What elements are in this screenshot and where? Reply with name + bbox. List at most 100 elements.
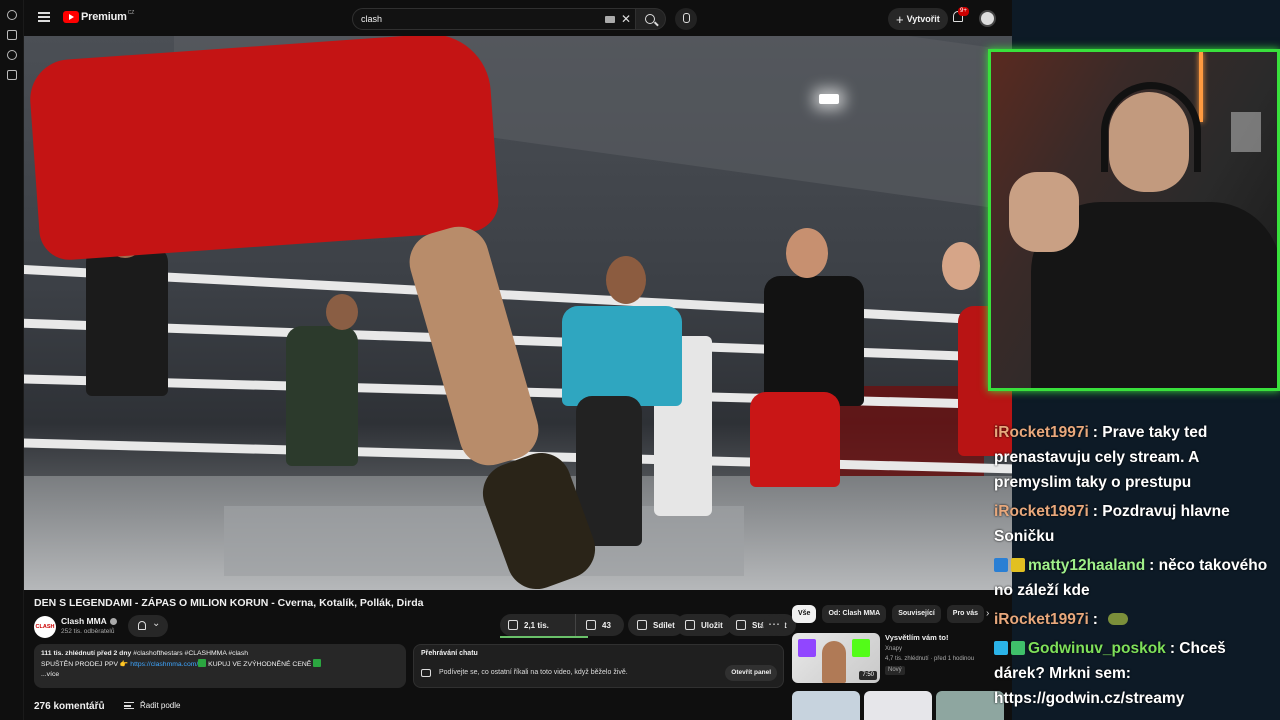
save-label: Uložit: [701, 620, 723, 630]
like-button[interactable]: 2,1 tis.: [500, 614, 576, 636]
notifications-count-badge: 9+: [958, 7, 969, 16]
recommended-video-thumbnail[interactable]: [792, 691, 860, 720]
download-icon: [736, 620, 746, 630]
webcam-neon-light: [1199, 52, 1203, 122]
chat-separator: :: [1092, 424, 1103, 441]
video-scene-foreground-shorts: [27, 36, 501, 262]
save-playlist-icon: [685, 620, 695, 630]
description-line-end: KUPUJ VE ZVÝHODNĚNÉ CENĚ: [206, 661, 314, 668]
description-link[interactable]: https://clashmma.com/: [130, 661, 198, 668]
youtube-play-icon: [63, 11, 79, 23]
video-scene-person: [86, 246, 168, 396]
chevron-right-icon[interactable]: ›: [986, 608, 989, 619]
plus-icon: +: [896, 11, 904, 27]
comment-count: 276 komentářů: [34, 701, 105, 712]
chip-for-you[interactable]: Pro vás: [946, 605, 985, 623]
bell-icon: [138, 621, 146, 630]
search-button[interactable]: [636, 8, 666, 30]
like-count: 2,1 tis.: [524, 620, 549, 630]
chat-message: Godwinuv_poskok: Chceš dárek? Mrkni sem:…: [994, 636, 1276, 711]
verified-icon: [109, 618, 117, 625]
chip-related[interactable]: Související: [892, 605, 941, 623]
chat-username: iRocket1997i: [994, 424, 1089, 441]
more-actions-button[interactable]: ⋯: [763, 614, 785, 636]
video-scene-foreground-leg: [402, 219, 546, 473]
dislike-button[interactable]: 43: [576, 614, 624, 636]
related-filter-chips: Vše Od: Clash MMA Související Pro vás: [792, 605, 985, 623]
channel-name[interactable]: Clash MMA: [61, 616, 117, 626]
show-more-link[interactable]: ...více: [41, 670, 399, 680]
turtle-emote-icon: [1108, 613, 1129, 625]
chat-username: matty12haaland: [1028, 557, 1146, 574]
chat-replay-heading: Přehrávání chatu: [421, 650, 478, 657]
channel-avatar[interactable]: CLASH: [34, 616, 56, 638]
video-scene-person: [764, 276, 864, 406]
extensions-icon[interactable]: [6, 10, 17, 20]
screen: Premium CZ clash ✕ + Vytvořit 9+ DEN S L…: [0, 0, 1280, 720]
webcam-person-hands: [1009, 172, 1079, 252]
moderator-badge-icon: [1011, 641, 1025, 655]
video-scene-person-head: [942, 242, 980, 290]
recommended-video-thumbnail[interactable]: 7:50: [792, 633, 880, 683]
share-label: Sdílet: [653, 620, 675, 630]
chat-username: iRocket1997i: [994, 503, 1089, 520]
download-button[interactable]: Stáhnout: [727, 614, 796, 636]
description-meta: 111 tis. zhlédnutí před 2 dny: [41, 650, 132, 657]
keyboard-icon[interactable]: [605, 16, 615, 23]
checkmark-icon: [313, 659, 322, 667]
subscriber-badge-icon: [994, 558, 1008, 572]
subscription-bell-button[interactable]: ⌄: [128, 615, 168, 637]
clear-search-icon[interactable]: ✕: [621, 12, 631, 26]
chip-from-channel[interactable]: Od: Clash MMA: [822, 605, 887, 623]
bookmarks-star-icon[interactable]: [6, 70, 17, 80]
open-panel-button[interactable]: Otevřít panel: [725, 665, 777, 681]
menu-icon[interactable]: [38, 12, 50, 22]
search-input[interactable]: clash ✕: [352, 8, 636, 30]
reading-list-icon[interactable]: [6, 30, 17, 40]
youtube-premium-logo[interactable]: Premium CZ: [63, 10, 135, 23]
chat-message: matty12haaland: něco takového no záleží …: [994, 553, 1276, 603]
description-line: SPUŠTĚN PRODEJ PPV 👉: [41, 661, 131, 668]
video-scene-person: [286, 326, 358, 466]
video-player[interactable]: [24, 36, 1012, 590]
chat-separator: :: [1149, 557, 1159, 574]
account-avatar[interactable]: [979, 10, 996, 27]
chat-username: iRocket1997i: [994, 611, 1089, 628]
recommended-video-thumbnail[interactable]: [864, 691, 932, 720]
sort-comments-button[interactable]: Řadit podle: [124, 701, 180, 710]
headphones-icon: [1101, 82, 1201, 172]
create-label: Vytvořit: [906, 14, 940, 24]
video-scene-light: [819, 94, 839, 104]
save-button[interactable]: Uložit: [676, 614, 732, 636]
recommended-video-channel[interactable]: Xnapy: [885, 646, 902, 652]
video-scene-person: [562, 306, 682, 406]
brand-label: Premium: [81, 11, 127, 23]
webcam-poster: [1231, 112, 1261, 152]
description-tags[interactable]: #clashofthestars #CLASHMMA #clash: [131, 650, 248, 657]
thumbnail-person: [822, 641, 846, 683]
create-button[interactable]: + Vytvořit: [888, 8, 948, 30]
sort-icon: [124, 702, 134, 709]
chat-message: iRocket1997i: Prave taky ted prenastavuj…: [994, 420, 1276, 495]
video-scene-mat: [224, 506, 744, 576]
channel-name-text: Clash MMA: [61, 616, 107, 626]
chat-separator: :: [1169, 640, 1180, 657]
video-scene-person-head: [606, 256, 646, 304]
like-dislike-group: 2,1 tis. 43: [500, 614, 624, 636]
stream-chat: iRocket1997i: Prave taky ted prenastavuj…: [994, 420, 1276, 715]
search-icon: [645, 14, 655, 24]
share-icon: [637, 620, 647, 630]
chat-replay-text: Podívejte se, co ostatní říkali na toto …: [439, 669, 628, 676]
description-box[interactable]: 111 tis. zhlédnutí před 2 dny #clashofth…: [34, 644, 406, 688]
history-icon[interactable]: [6, 50, 17, 60]
recommended-video-title[interactable]: Vysvětlím vám to!: [885, 633, 949, 642]
chip-all[interactable]: Vše: [792, 605, 817, 623]
browser-side-rail: [0, 0, 24, 720]
chat-username: Godwinuv_poskok: [1028, 640, 1166, 657]
voice-search-button[interactable]: [675, 8, 697, 30]
vip-badge-icon: [1011, 558, 1025, 572]
webcam-frame: [988, 49, 1280, 391]
video-duration: 7:50: [859, 671, 877, 680]
brand-country: CZ: [127, 10, 135, 16]
thumbs-up-icon: [508, 620, 518, 630]
